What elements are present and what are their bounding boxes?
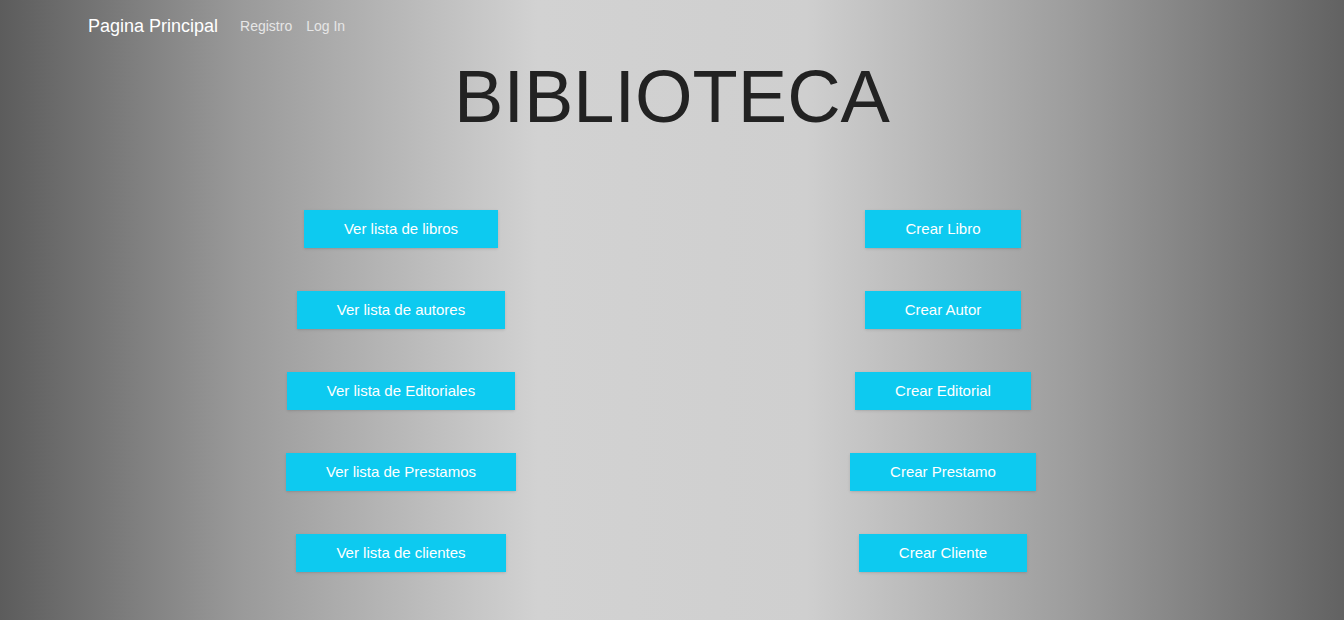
- view-list-button[interactable]: Ver lista de libros: [304, 210, 498, 248]
- view-column: Ver lista de libros Ver lista de autores V…: [251, 210, 551, 572]
- create-button[interactable]: Crear Cliente: [859, 534, 1027, 572]
- home-page: Pagina Principal Registro Log In BIBLIOTECA…: [0, 0, 1344, 620]
- page-title: BIBLIOTECA: [0, 60, 1344, 134]
- nav-link[interactable]: Registro: [240, 16, 292, 37]
- view-list-button[interactable]: Ver lista de clientes: [296, 534, 505, 572]
- navbar: Pagina Principal Registro Log In: [0, 0, 1344, 52]
- view-list-button[interactable]: Ver lista de Prestamos: [286, 453, 516, 491]
- create-button[interactable]: Crear Libro: [865, 210, 1020, 248]
- view-list-button[interactable]: Ver lista de autores: [297, 291, 505, 329]
- view-list-button[interactable]: Ver lista de Editoriales: [287, 372, 515, 410]
- create-column: Crear Libro Crear Autor Crear Editorial Cre…: [793, 210, 1093, 572]
- actions-grid: Ver lista de libros Ver lista de autores V…: [0, 210, 1344, 572]
- nav-link[interactable]: Log In: [306, 16, 345, 37]
- create-button[interactable]: Crear Autor: [865, 291, 1022, 329]
- nav-links: Registro Log In: [240, 16, 345, 37]
- brand-link[interactable]: Pagina Principal: [88, 13, 218, 40]
- create-button[interactable]: Crear Editorial: [855, 372, 1031, 410]
- create-button[interactable]: Crear Prestamo: [850, 453, 1036, 491]
